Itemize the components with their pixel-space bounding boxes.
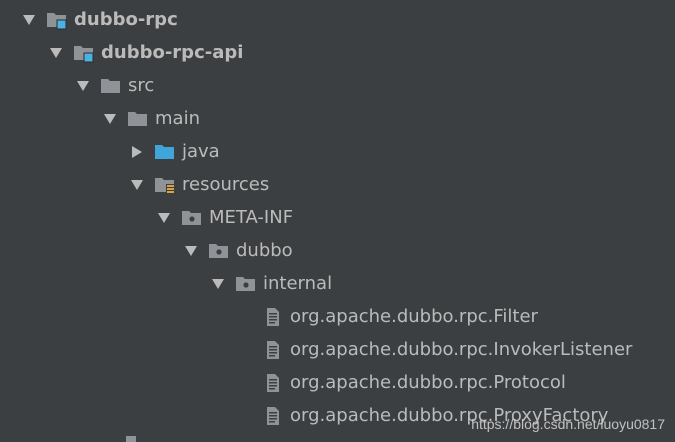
source-folder-icon	[154, 142, 176, 162]
text-file-icon	[262, 406, 284, 426]
text-file-icon	[262, 340, 284, 360]
expand-arrow-down-icon[interactable]	[155, 209, 173, 227]
module-folder-icon	[46, 10, 68, 30]
arrow-spacer	[236, 407, 254, 425]
tree-node-label: org.apache.dubbo.rpc.InvokerListener	[290, 338, 633, 360]
package-folder-icon	[181, 208, 203, 228]
module-folder-icon	[73, 43, 95, 63]
collapse-arrow-right-icon[interactable]	[128, 143, 146, 161]
package-folder-icon	[208, 241, 230, 261]
text-file-icon	[262, 307, 284, 327]
expand-arrow-down-icon[interactable]	[209, 275, 227, 293]
tree-node[interactable]: org.apache.dubbo.rpc.Protocol	[0, 366, 675, 399]
expand-arrow-down-icon[interactable]	[74, 77, 92, 95]
partially-visible-next-row	[126, 436, 136, 442]
tree-node[interactable]: META-INF	[0, 201, 675, 234]
folder-icon	[100, 76, 122, 96]
package-folder-icon	[235, 274, 257, 294]
tree-node-label: META-INF	[209, 206, 294, 228]
expand-arrow-down-icon[interactable]	[182, 242, 200, 260]
project-tree: dubbo-rpc dubbo-rpc-api src main java re…	[0, 0, 675, 442]
tree-node-label: org.apache.dubbo.rpc.Filter	[290, 305, 538, 327]
text-file-icon	[262, 373, 284, 393]
tree-node[interactable]: org.apache.dubbo.rpc.InvokerListener	[0, 333, 675, 366]
tree-node-label: internal	[263, 272, 333, 294]
expand-arrow-down-icon[interactable]	[47, 44, 65, 62]
arrow-spacer	[236, 341, 254, 359]
tree-node-label: dubbo	[236, 239, 293, 261]
tree-node-label: dubbo-rpc-api	[101, 41, 244, 63]
tree-node[interactable]: internal	[0, 267, 675, 300]
watermark: https://blog.csdn.net/luoyu0817	[471, 416, 665, 432]
tree-node[interactable]: org.apache.dubbo.rpc.Filter	[0, 300, 675, 333]
folder-icon	[127, 109, 149, 129]
tree-node[interactable]: dubbo-rpc-api	[0, 36, 675, 69]
tree-node[interactable]: dubbo-rpc	[0, 3, 675, 36]
arrow-spacer	[236, 308, 254, 326]
resources-folder-icon	[154, 175, 176, 195]
arrow-spacer	[236, 374, 254, 392]
tree-node[interactable]: dubbo	[0, 234, 675, 267]
expand-arrow-down-icon[interactable]	[128, 176, 146, 194]
tree-node[interactable]: main	[0, 102, 675, 135]
expand-arrow-down-icon[interactable]	[101, 110, 119, 128]
tree-node-label: resources	[182, 173, 270, 195]
tree-node[interactable]: java	[0, 135, 675, 168]
tree-node-label: org.apache.dubbo.rpc.Protocol	[290, 371, 566, 393]
tree-node-label: java	[182, 140, 220, 162]
tree-node-label: dubbo-rpc	[74, 8, 178, 30]
tree-node[interactable]: resources	[0, 168, 675, 201]
tree-node-label: main	[155, 107, 200, 129]
tree-node-label: src	[128, 74, 155, 96]
expand-arrow-down-icon[interactable]	[20, 11, 38, 29]
tree-node[interactable]: src	[0, 69, 675, 102]
